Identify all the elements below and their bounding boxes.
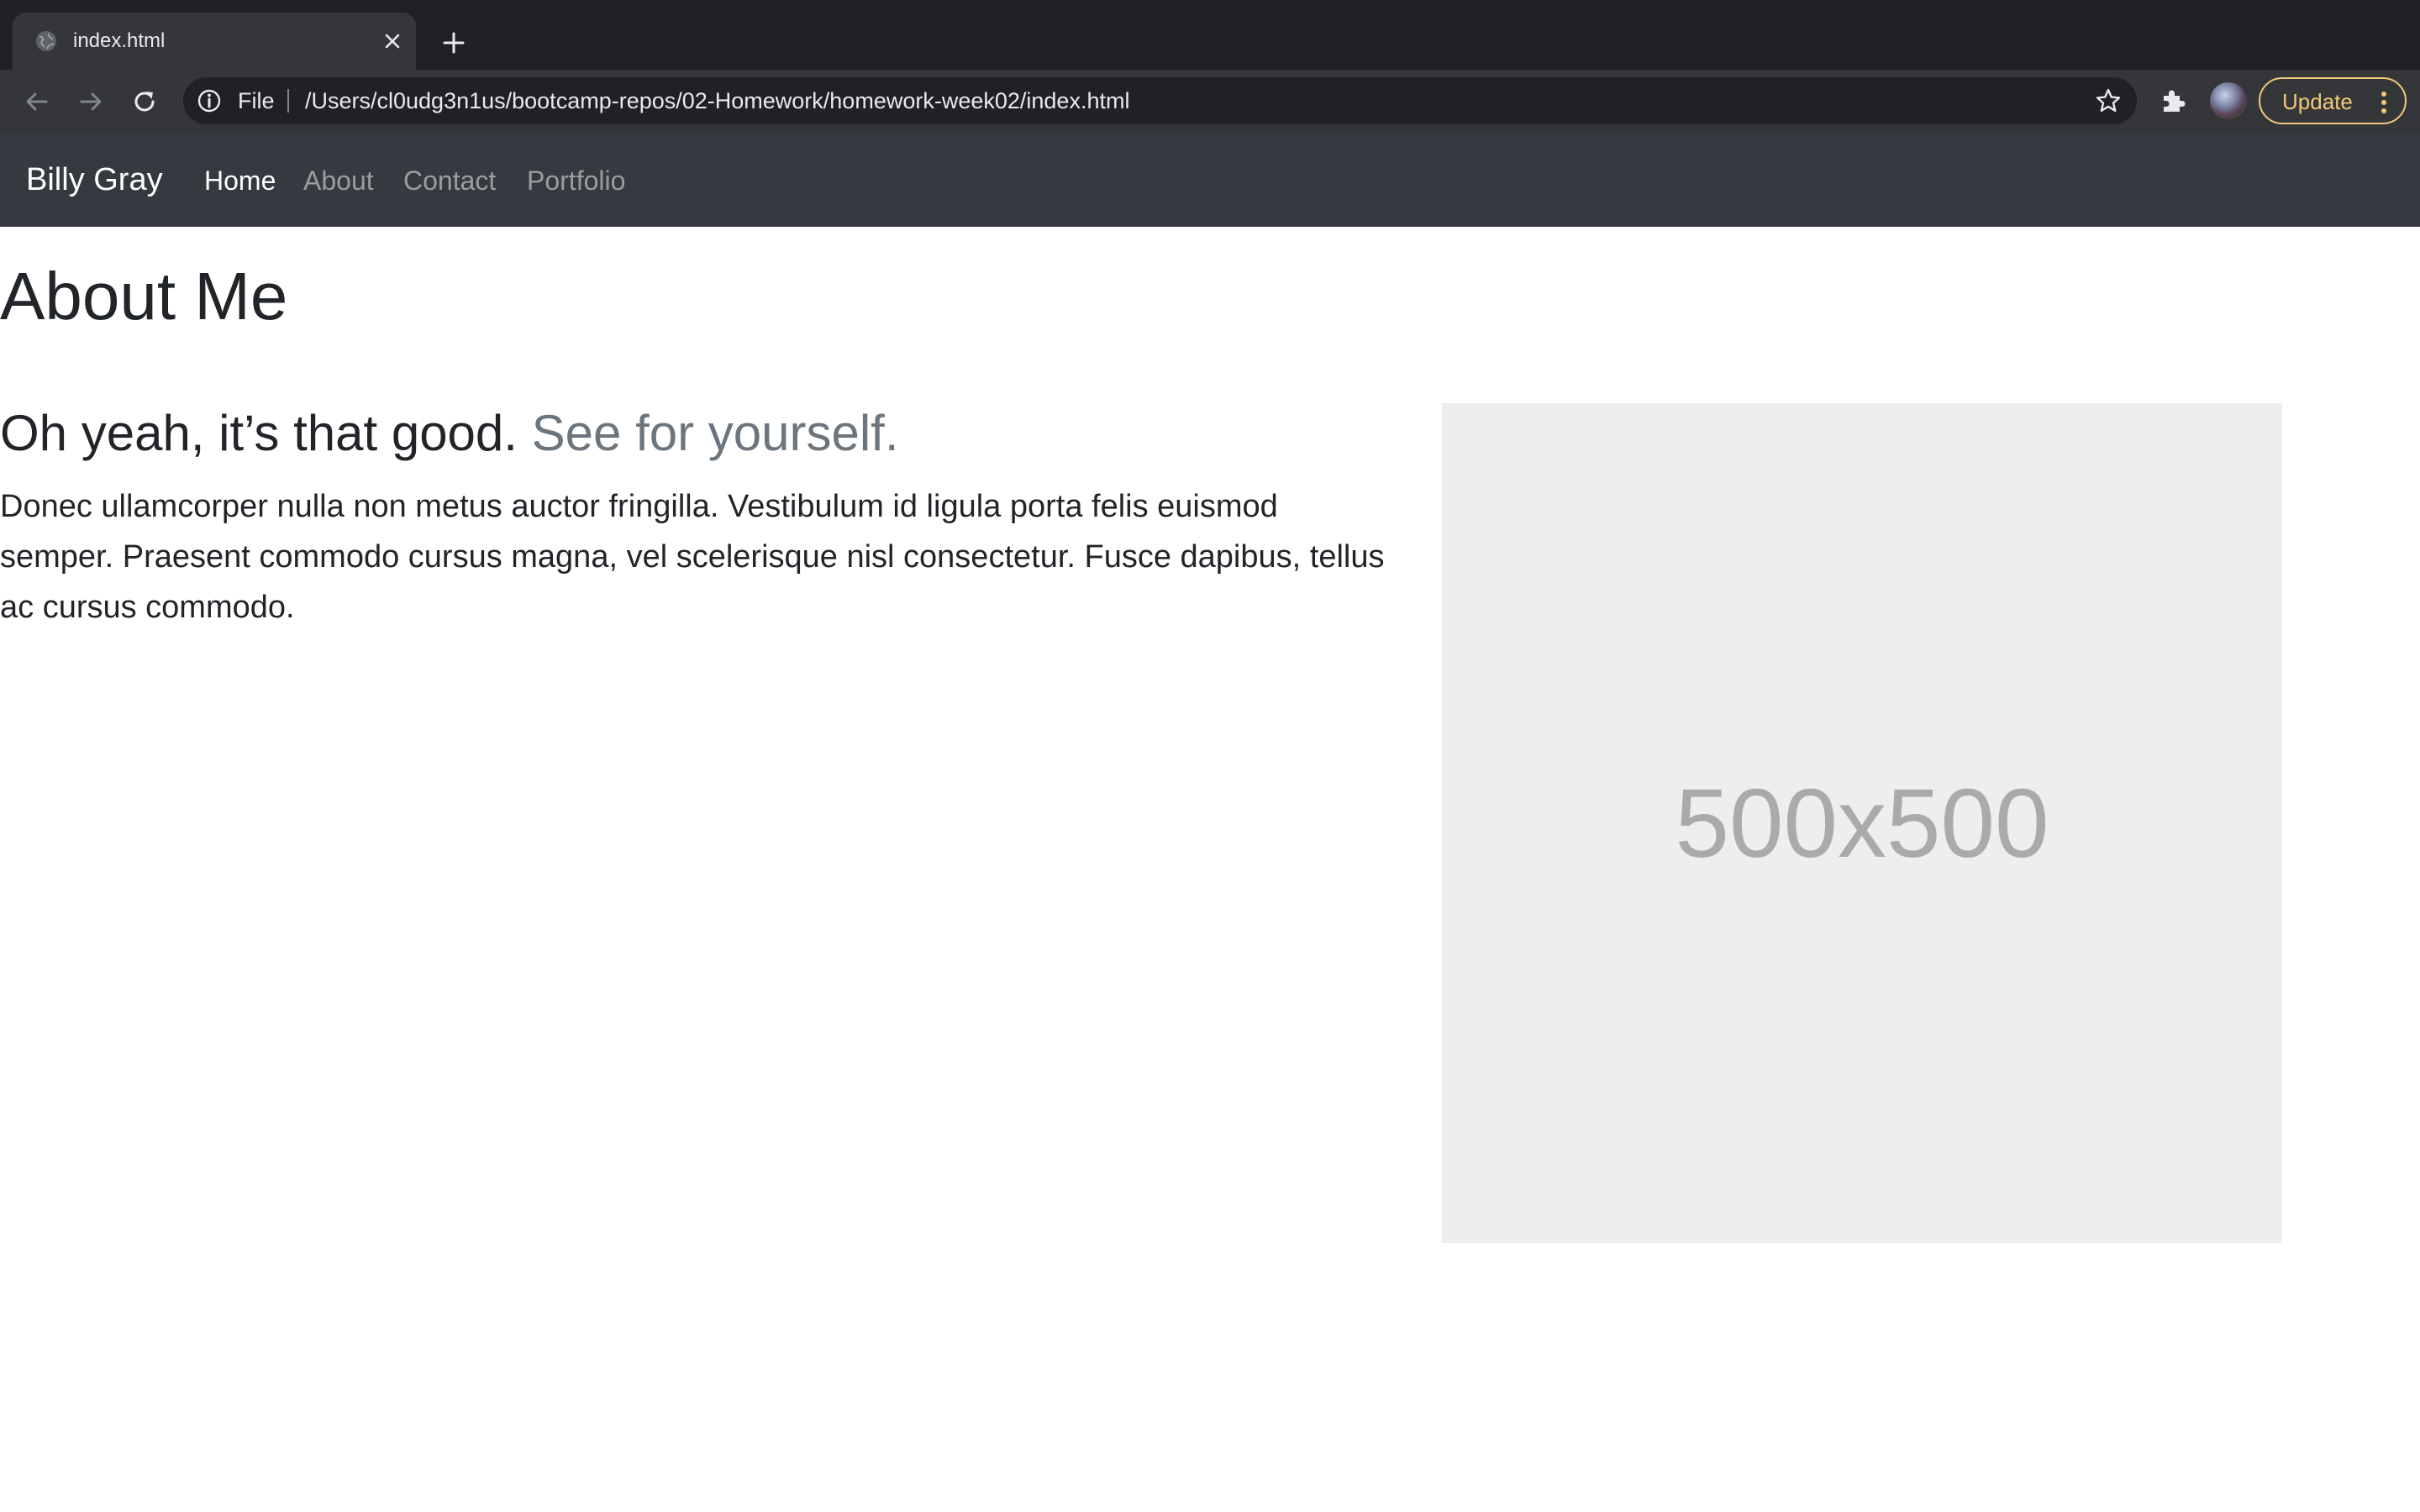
site-navbar: Billy Gray Home About Contact Portfolio <box>0 132 2420 227</box>
info-icon[interactable] <box>197 88 222 113</box>
update-button[interactable]: Update <box>2259 77 2407 124</box>
browser-tab-strip: index.html <box>0 0 2420 70</box>
omnibox-divider <box>287 89 289 113</box>
url-text[interactable]: /Users/cl0udg3n1us/bootcamp-repos/02-Hom… <box>305 87 1129 115</box>
nav-link-contact[interactable]: Contact <box>403 164 496 197</box>
featurette-image-placeholder: 500x500 <box>1442 403 2282 1243</box>
featurette-heading: Oh yeah, it’s that good. See for yoursel… <box>0 403 899 464</box>
navbar-brand[interactable]: Billy Gray <box>26 160 163 199</box>
tab-title: index.html <box>73 29 166 52</box>
page-title: About Me <box>0 259 288 333</box>
featurette-lead-text: Donec ullamcorper nulla non metus auctor… <box>0 489 1385 625</box>
nav-link-home[interactable]: Home <box>204 164 276 197</box>
bookmark-star-icon[interactable] <box>2095 87 2122 114</box>
profile-avatar[interactable] <box>2210 82 2247 119</box>
nav-link-portfolio[interactable]: Portfolio <box>527 164 625 197</box>
more-vertical-icon <box>2380 91 2388 114</box>
close-icon[interactable] <box>380 29 405 54</box>
extensions-puzzle-icon[interactable] <box>2157 84 2191 118</box>
featurette-heading-muted: See for yourself. <box>531 405 899 461</box>
update-button-label: Update <box>2282 89 2353 114</box>
back-arrow-icon[interactable] <box>20 85 54 118</box>
globe-icon <box>34 29 58 53</box>
address-bar[interactable]: File /Users/cl0udg3n1us/bootcamp-repos/0… <box>183 77 2137 124</box>
new-tab-button[interactable] <box>437 26 471 60</box>
placeholder-size-label: 500x500 <box>1675 769 2049 878</box>
browser-toolbar: File /Users/cl0udg3n1us/bootcamp-repos/0… <box>0 70 2420 132</box>
browser-tab[interactable]: index.html <box>13 13 416 70</box>
reload-icon[interactable] <box>128 85 161 118</box>
url-scheme-label: File <box>238 88 275 113</box>
plus-icon <box>443 32 465 54</box>
forward-arrow-icon[interactable] <box>74 85 108 118</box>
nav-link-about[interactable]: About <box>303 164 374 197</box>
featurette-heading-main: Oh yeah, it’s that good. <box>0 405 518 461</box>
